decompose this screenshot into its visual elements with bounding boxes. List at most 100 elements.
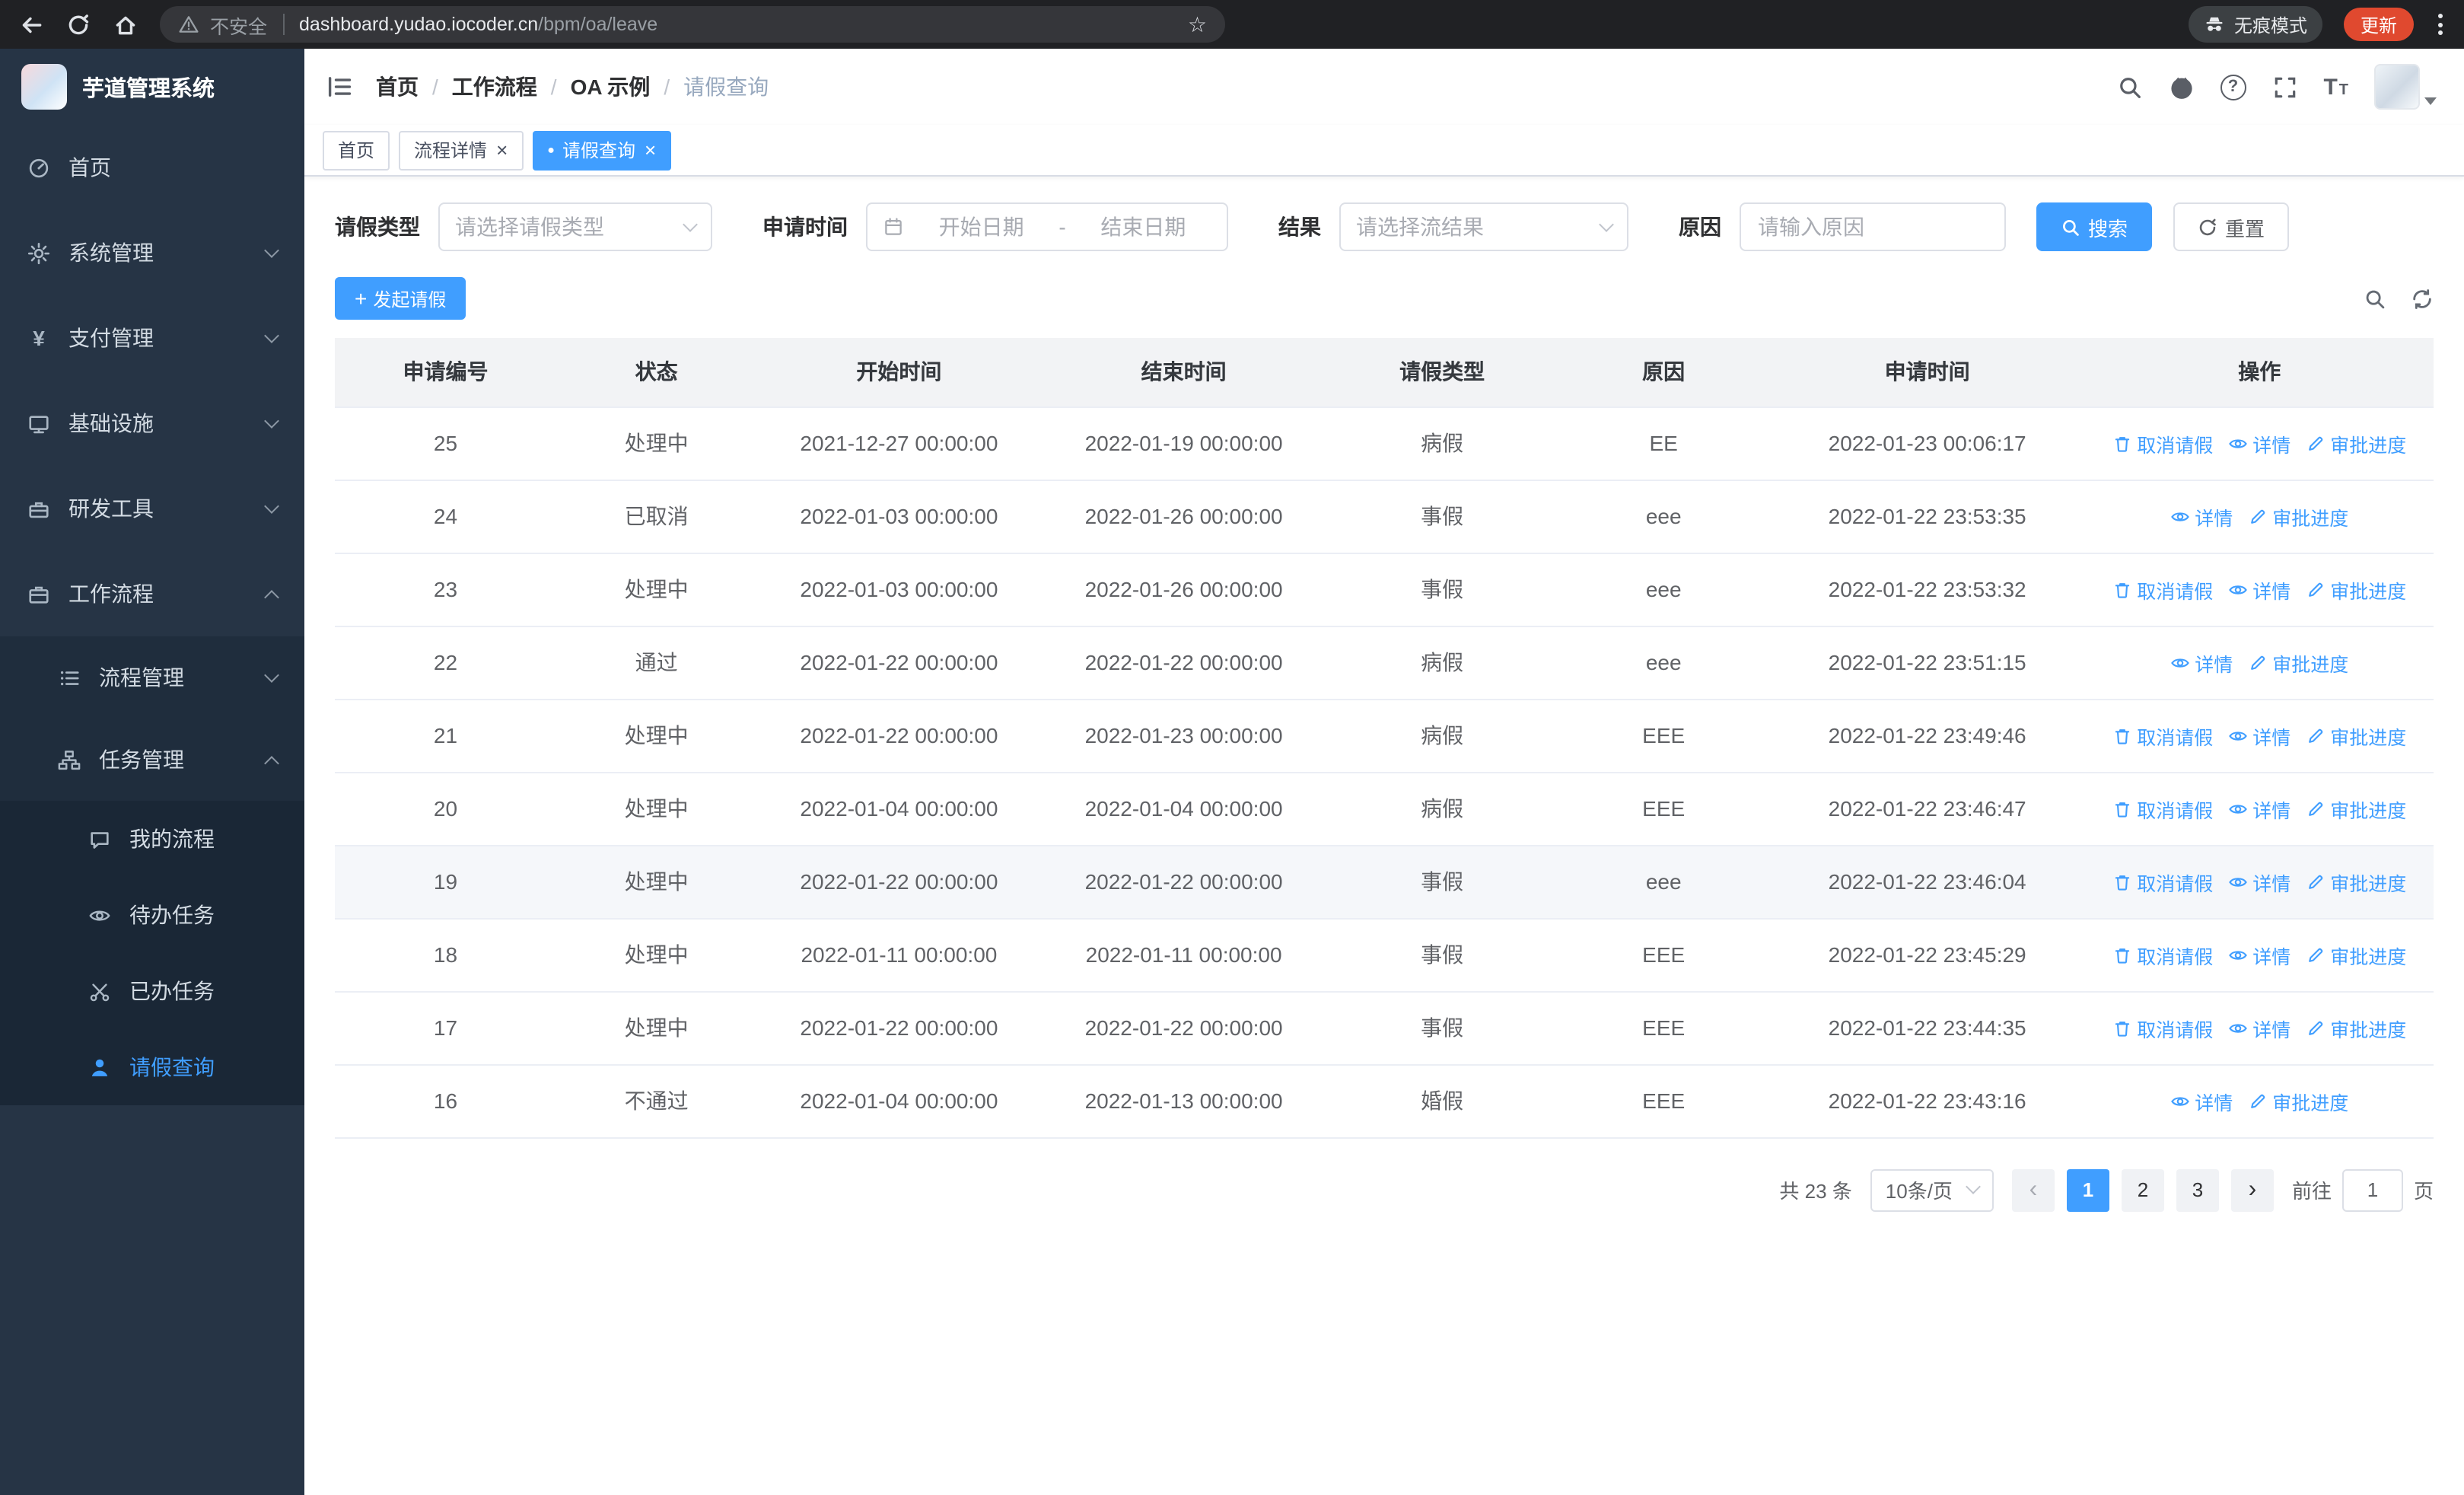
sidebar-item-payment[interactable]: ¥ 支付管理 [0,295,304,381]
col-status: 状态 [556,338,757,407]
approval-progress-link[interactable]: 审批进度 [2306,867,2406,896]
page-button-3[interactable]: 3 [2176,1168,2219,1211]
github-icon[interactable] [2168,74,2194,100]
trash-icon [2115,875,2130,890]
eye-icon [2171,658,2190,667]
cancel-leave-link[interactable]: 取消请假 [2112,867,2213,896]
approval-progress-link[interactable]: 审批进度 [2306,721,2406,750]
sidebar-item-todo-tasks[interactable]: 待办任务 [0,877,304,953]
detail-link[interactable]: 详情 [2170,1086,2233,1115]
table-row: 19 处理中 2022-01-22 00:00:00 2022-01-22 00… [335,845,2434,919]
detail-link[interactable]: 详情 [2228,575,2291,604]
sidebar-item-devtools[interactable]: 研发工具 [0,466,304,551]
approval-progress-link[interactable]: 审批进度 [2248,1086,2348,1115]
detail-link[interactable]: 详情 [2228,794,2291,823]
date-range-picker[interactable]: 开始日期 - 结束日期 [866,202,1228,251]
result-select[interactable]: 请选择流结果 [1339,202,1628,251]
cancel-leave-link[interactable]: 取消请假 [2112,1013,2213,1042]
tag-home[interactable]: 首页 [323,130,390,170]
sidebar-item-leave-query[interactable]: 请假查询 [0,1029,304,1105]
security-label: 不安全 [210,16,268,37]
approval-progress-link[interactable]: 审批进度 [2248,648,2348,677]
search-icon[interactable] [2116,74,2142,100]
detail-link[interactable]: 详情 [2228,429,2291,457]
page-size-select[interactable]: 10条/页 [1870,1168,1994,1211]
page-button-2[interactable]: 2 [2121,1168,2164,1211]
cell-actions: 取消请假 详情 审批进度 [2085,845,2434,919]
cell-reason: EEE [1558,699,1769,773]
browser-menu-icon[interactable] [2435,11,2446,38]
approval-progress-link[interactable]: 审批进度 [2306,794,2406,823]
font-size-icon[interactable]: TT [2323,74,2348,100]
sidebar-item-workflow[interactable]: 工作流程 [0,551,304,636]
cell-type: 婚假 [1326,1064,1558,1138]
end-date-input[interactable]: 结束日期 [1075,212,1211,242]
reload-icon[interactable] [65,11,91,37]
breadcrumb-home[interactable]: 首页 [376,72,419,102]
detail-link[interactable]: 详情 [2228,940,2291,969]
page-button-1[interactable]: 1 [2066,1168,2109,1211]
cancel-leave-link[interactable]: 取消请假 [2112,575,2213,604]
browser-update-button[interactable]: 更新 [2343,8,2414,41]
sidebar-item-system[interactable]: 系统管理 [0,210,304,295]
detail-link[interactable]: 详情 [2228,867,2291,896]
prev-page-button[interactable]: ‹ [2011,1168,2055,1211]
sidebar-item-home[interactable]: 首页 [0,125,304,210]
approval-progress-link[interactable]: 审批进度 [2306,429,2406,457]
screen: 不安全 dashboard.yudao.iocoder.cn/bpm/oa/le… [0,0,2464,1495]
tags-view: 首页 流程详情 × ● 请假查询 × [304,125,2464,177]
toggle-search-icon[interactable] [2364,287,2386,310]
detail-link[interactable]: 详情 [2228,721,2291,750]
goto-page-input[interactable] [2341,1168,2403,1211]
pen-icon [2251,1093,2265,1108]
collapse-sidebar-icon[interactable] [326,73,353,100]
reason-input[interactable] [1740,202,2006,251]
leave-type-select[interactable]: 请选择请假类型 [438,202,712,251]
start-date-input[interactable]: 开始日期 [913,212,1049,242]
help-icon[interactable]: ? [2220,74,2246,100]
tag-leave-query[interactable]: ● 请假查询 × [532,130,672,170]
sidebar-item-infrastructure[interactable]: 基础设施 [0,381,304,466]
close-icon[interactable]: × [496,140,508,160]
user-menu[interactable] [2374,64,2437,110]
approval-progress-link[interactable]: 审批进度 [2306,1013,2406,1042]
refresh-icon[interactable] [2411,287,2434,310]
detail-link[interactable]: 详情 [2228,1013,2291,1042]
cell-type: 事假 [1326,480,1558,553]
approval-progress-link[interactable]: 审批进度 [2248,502,2348,531]
tag-process-detail[interactable]: 流程详情 × [399,130,524,170]
chevron-up-icon [264,755,279,770]
cancel-leave-link[interactable]: 取消请假 [2112,429,2213,457]
approval-progress-link[interactable]: 审批进度 [2306,940,2406,969]
cell-actions: 详情 审批进度 [2085,1064,2434,1138]
table-row: 23 处理中 2022-01-03 00:00:00 2022-01-26 00… [335,553,2434,626]
cancel-leave-link[interactable]: 取消请假 [2112,794,2213,823]
table-header-row: 申请编号 状态 开始时间 结束时间 请假类型 原因 申请时间 操作 [335,338,2434,407]
address-bar[interactable]: 不安全 dashboard.yudao.iocoder.cn/bpm/oa/le… [160,6,1225,43]
cell-id: 25 [335,406,556,480]
next-page-button[interactable]: › [2230,1168,2274,1211]
pen-icon [2309,801,2323,815]
sidebar-item-process-management[interactable]: 流程管理 [0,636,304,719]
bookmark-star-icon[interactable]: ☆ [1188,14,1207,35]
breadcrumb-oa-example[interactable]: OA 示例 [571,72,651,102]
cancel-leave-link[interactable]: 取消请假 [2112,721,2213,750]
logo[interactable]: 芋道管理系统 [0,49,304,125]
reset-button[interactable]: 重置 [2173,202,2290,251]
sidebar-item-done-tasks[interactable]: 已办任务 [0,953,304,1029]
create-leave-button[interactable]: + 发起请假 [335,277,466,320]
sidebar-item-task-management[interactable]: 任务管理 [0,719,304,801]
sidebar-item-my-process[interactable]: 我的流程 [0,801,304,877]
home-icon[interactable] [113,11,138,37]
search-button[interactable]: 搜索 [2036,202,2153,251]
close-icon[interactable]: × [645,140,656,160]
cancel-leave-link[interactable]: 取消请假 [2112,940,2213,969]
fullscreen-icon[interactable] [2271,74,2297,100]
cell-end: 2022-01-26 00:00:00 [1041,480,1326,553]
approval-progress-link[interactable]: 审批进度 [2306,575,2406,604]
detail-link[interactable]: 详情 [2170,648,2233,677]
detail-link[interactable]: 详情 [2170,502,2233,531]
breadcrumb-workflow[interactable]: 工作流程 [452,72,537,102]
back-icon[interactable] [18,11,44,37]
eye-icon [2229,804,2248,813]
